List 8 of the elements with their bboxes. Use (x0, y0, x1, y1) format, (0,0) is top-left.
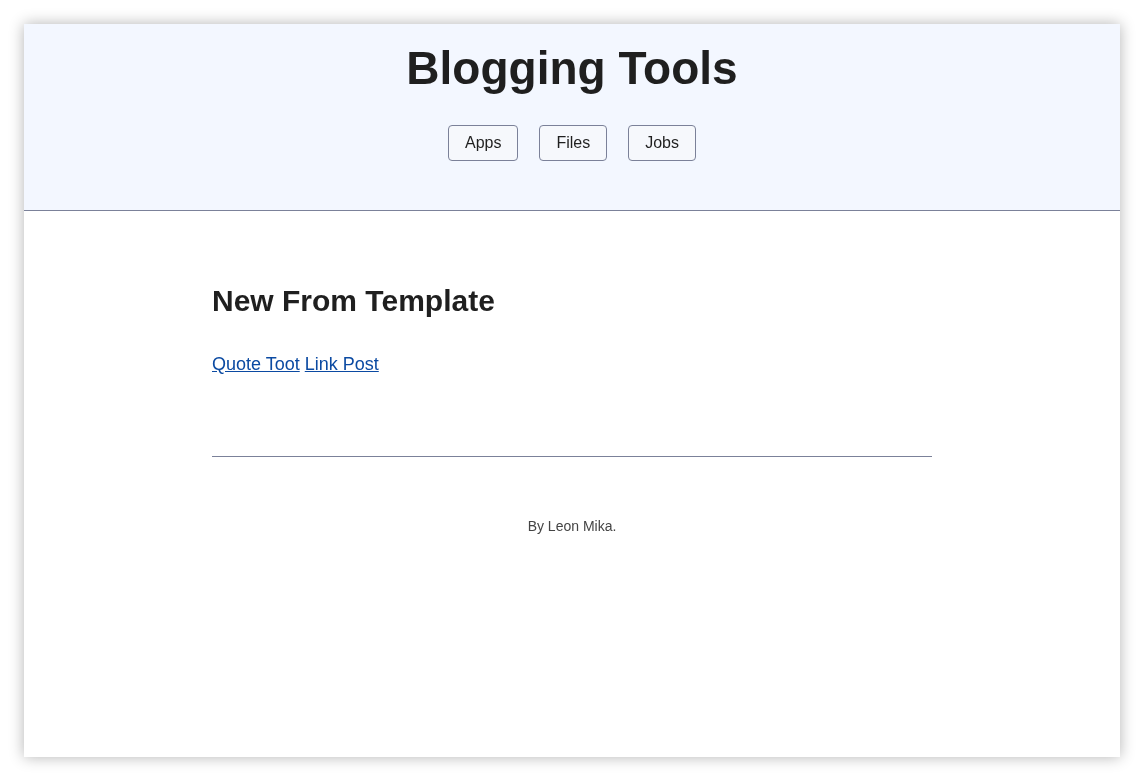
template-link[interactable]: Quote Toot (212, 353, 300, 375)
template-link[interactable]: Link Post (304, 353, 379, 375)
nav-button[interactable]: Apps (447, 125, 519, 161)
nav-button[interactable]: Jobs (628, 125, 696, 161)
nav-button[interactable]: Files (539, 125, 608, 161)
page-heading: New From Template (212, 283, 496, 319)
site-title: Blogging Tools (406, 41, 738, 96)
footer-text: By Leon Mika. (526, 517, 618, 536)
